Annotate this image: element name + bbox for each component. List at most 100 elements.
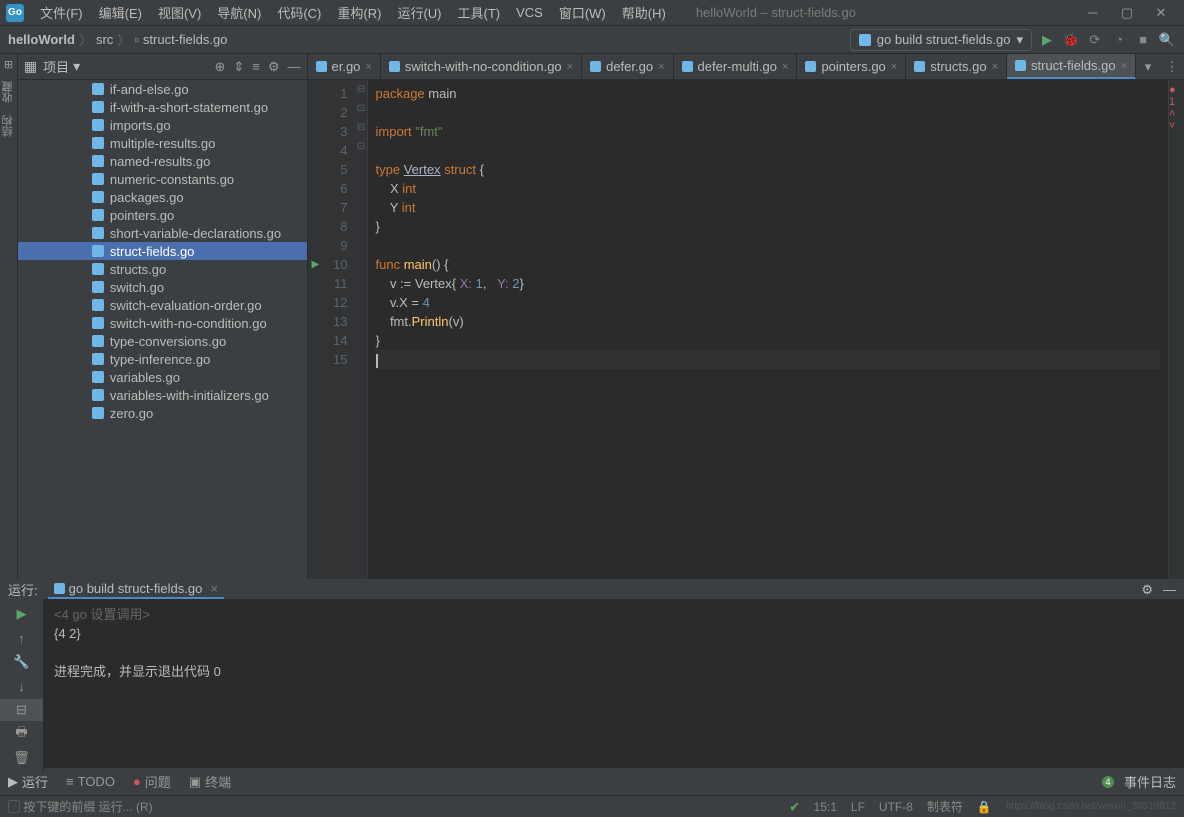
print-icon[interactable]: 🖶 — [0, 723, 43, 745]
go-file-icon — [92, 335, 104, 347]
close-tab-icon[interactable]: × — [658, 61, 664, 73]
breadcrumb-project[interactable]: helloWorld — [8, 32, 75, 47]
favorites-tab[interactable]: 收藏 — [0, 81, 16, 103]
editor-tab[interactable]: er.go× — [308, 54, 381, 79]
menu-code[interactable]: 代码(C) — [269, 3, 329, 22]
editor-tab[interactable]: pointers.go× — [797, 54, 906, 79]
file-item[interactable]: variables.go — [18, 368, 307, 386]
settings-icon[interactable]: ⚙ — [268, 59, 280, 75]
run-tab[interactable]: go build struct-fields.go × — [48, 580, 224, 599]
menu-refactor[interactable]: 重构(R) — [329, 3, 389, 22]
file-item[interactable]: multiple-results.go — [18, 134, 307, 152]
editor-tab[interactable]: defer.go× — [582, 54, 673, 79]
tabs-more-icon[interactable]: ⋮ — [1160, 59, 1184, 75]
profile-icon[interactable]: ◔ — [1110, 31, 1128, 49]
chevron-down-icon: ▾ — [1016, 32, 1023, 48]
event-log-link[interactable]: 事件日志 — [1124, 772, 1176, 791]
menu-edit[interactable]: 编辑(E) — [91, 3, 150, 22]
close-tab-icon[interactable]: × — [992, 61, 998, 73]
menu-nav[interactable]: 导航(N) — [209, 3, 269, 22]
structure-tab[interactable]: 结构 — [0, 115, 16, 137]
file-item[interactable]: packages.go — [18, 188, 307, 206]
collapse-icon[interactable]: ≡ — [252, 59, 260, 75]
editor-tabs: er.go×switch-with-no-condition.go×defer.… — [308, 54, 1184, 80]
file-item[interactable]: structs.go — [18, 260, 307, 278]
wrap-icon[interactable]: ⊟ — [0, 699, 43, 721]
menu-run[interactable]: 运行(U) — [389, 3, 449, 22]
menu-vcs[interactable]: VCS — [508, 5, 551, 20]
menu-help[interactable]: 帮助(H) — [614, 3, 674, 22]
file-item[interactable]: zero.go — [18, 404, 307, 422]
file-item[interactable]: named-results.go — [18, 152, 307, 170]
close-tab-icon[interactable]: × — [891, 61, 897, 73]
search-everywhere-icon[interactable]: 🔍 — [1158, 31, 1176, 49]
menu-window[interactable]: 窗口(W) — [551, 3, 614, 22]
status-cursor-pos[interactable]: 15:1 — [814, 800, 837, 814]
error-indicator[interactable]: ● 1 ˄ ˅ — [1169, 84, 1182, 132]
expand-icon[interactable]: ⇕ — [233, 59, 244, 75]
file-item[interactable]: imports.go — [18, 116, 307, 134]
stop-icon[interactable]: ■ — [1134, 31, 1152, 49]
file-item[interactable]: pointers.go — [18, 206, 307, 224]
trash-icon[interactable]: 🗑 — [0, 747, 43, 769]
file-item[interactable]: switch-evaluation-order.go — [18, 296, 307, 314]
lock-icon[interactable]: 🔒 — [977, 800, 992, 814]
menu-tools[interactable]: 工具(T) — [449, 3, 508, 22]
stop-run-icon[interactable]: ↑ — [0, 627, 43, 649]
structure-tool-icon[interactable]: ⊞ — [2, 60, 15, 69]
close-tab-icon[interactable]: × — [365, 61, 371, 73]
locate-icon[interactable]: ⊕ — [214, 59, 225, 75]
tabs-dropdown-icon[interactable]: ▾ — [1136, 59, 1160, 75]
close-tab-icon[interactable]: × — [782, 61, 788, 73]
file-item[interactable]: type-inference.go — [18, 350, 307, 368]
status-encoding[interactable]: UTF-8 — [879, 800, 913, 814]
tool-icon[interactable]: 🔧 — [0, 651, 43, 673]
file-item[interactable]: numeric-constants.go — [18, 170, 307, 188]
editor-tab[interactable]: switch-with-no-condition.go× — [381, 54, 582, 79]
code-editor[interactable]: 123456789▶101112131415 ⊟⊡⊟⊡ package main… — [308, 80, 1184, 579]
editor-tab[interactable]: defer-multi.go× — [674, 54, 798, 79]
bottom-tab-todo[interactable]: ≡ TODO — [66, 774, 115, 789]
minimize-icon[interactable]: ─ — [1076, 5, 1110, 21]
breadcrumb-dir[interactable]: src — [96, 32, 113, 47]
dropdown-icon[interactable]: ▾ — [73, 58, 80, 75]
close-tab-icon[interactable]: × — [567, 61, 573, 73]
bottom-tab-run[interactable]: ▶ 运行 — [8, 772, 48, 791]
run-button-icon[interactable]: ▶ — [1038, 31, 1056, 49]
editor-tab[interactable]: structs.go× — [906, 54, 1007, 79]
file-item[interactable]: switch-with-no-condition.go — [18, 314, 307, 332]
filter-icon[interactable]: ↓ — [0, 675, 43, 697]
bottom-tab-problems[interactable]: ● 问题 — [133, 772, 171, 791]
file-item[interactable]: switch.go — [18, 278, 307, 296]
window-title: helloWorld – struct-fields.go — [696, 5, 856, 20]
close-tab-icon[interactable]: × — [1121, 60, 1127, 72]
close-tab-icon[interactable]: × — [210, 581, 218, 596]
close-icon[interactable]: ✕ — [1144, 5, 1178, 21]
status-indent[interactable]: 制表符 — [927, 798, 963, 815]
run-hide-icon[interactable]: — — [1163, 582, 1176, 598]
go-file-icon — [682, 61, 693, 72]
maximize-icon[interactable]: ▢ — [1110, 5, 1144, 21]
run-settings-icon[interactable]: ⚙ — [1141, 582, 1153, 598]
breadcrumb-file[interactable]: ▫struct-fields.go — [134, 32, 227, 47]
go-file-icon — [389, 61, 400, 72]
hide-icon[interactable]: — — [288, 59, 301, 75]
event-count-badge: 4 — [1102, 776, 1114, 788]
file-item[interactable]: if-and-else.go — [18, 80, 307, 98]
rerun-icon[interactable]: ▶ — [0, 603, 43, 625]
file-item[interactable]: short-variable-declarations.go — [18, 224, 307, 242]
run-output[interactable]: <4 go 设置调用> {4 2} 进程完成，并显示退出代码 0 — [44, 599, 1184, 773]
file-item[interactable]: type-conversions.go — [18, 332, 307, 350]
file-item[interactable]: variables-with-initializers.go — [18, 386, 307, 404]
run-config-selector[interactable]: go build struct-fields.go ▾ — [850, 29, 1032, 51]
file-item[interactable]: struct-fields.go — [18, 242, 307, 260]
file-item[interactable]: if-with-a-short-statement.go — [18, 98, 307, 116]
debug-button-icon[interactable]: 🐞 — [1062, 31, 1080, 49]
editor-tab[interactable]: struct-fields.go× — [1007, 54, 1136, 79]
project-view-icon[interactable]: ▦ — [24, 58, 37, 75]
bottom-tab-terminal[interactable]: ▣ 终端 — [189, 772, 231, 791]
menu-file[interactable]: 文件(F) — [32, 3, 91, 22]
menu-view[interactable]: 视图(V) — [150, 3, 209, 22]
status-line-sep[interactable]: LF — [851, 800, 865, 814]
coverage-icon[interactable]: ⟳ — [1086, 31, 1104, 49]
